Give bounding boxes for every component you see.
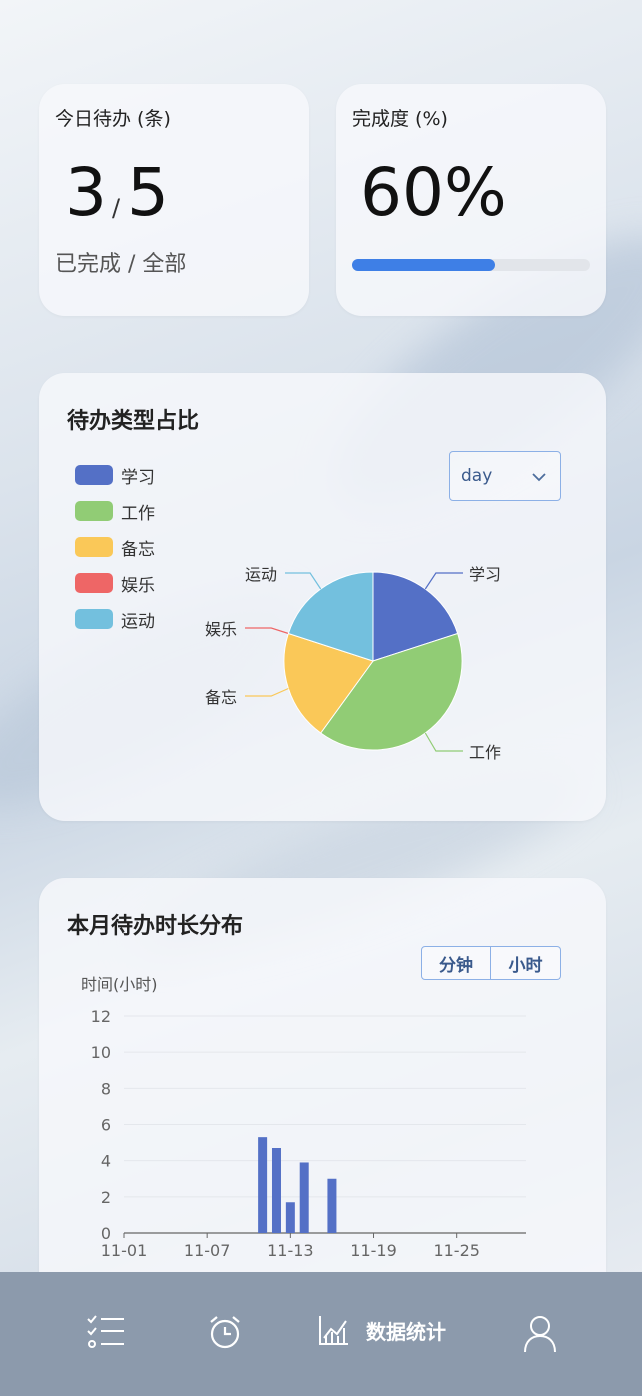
done-count: 3 — [65, 154, 107, 231]
y-tick-label: 6 — [101, 1116, 111, 1135]
user-icon — [524, 1316, 556, 1353]
y-tick-label: 4 — [101, 1152, 111, 1171]
pie-label-line — [245, 687, 289, 697]
tab-todo-list[interactable] — [86, 1314, 126, 1350]
bar — [299, 1162, 309, 1233]
today-todo-sublabel: 已完成 / 全部 — [55, 252, 187, 277]
x-tick-label: 11-19 — [350, 1241, 397, 1260]
todo-type-card: 待办类型占比 学习 工作 备忘 娱乐 运动 day 学习 工作 备忘 娱乐 运动 — [39, 373, 606, 821]
chart-icon — [319, 1316, 348, 1345]
bottom-tab-bar: 数据统计 — [0, 1272, 642, 1396]
completion-card: 完成度 (%) 60% — [336, 84, 606, 316]
y-tick-label: 10 — [91, 1043, 111, 1062]
count-separator: / — [112, 194, 121, 222]
duration-bar-chart: 时间(小时)02468101211-01 11-07 11-13 11-19 11-25 — [81, 975, 526, 1260]
y-tick-label: 12 — [91, 1007, 111, 1026]
completion-progress-bar — [352, 259, 590, 271]
bar — [258, 1137, 268, 1233]
x-tick-label: 11-13 — [267, 1241, 314, 1260]
type-pie-chart: 学习工作 备忘 娱乐 运动 — [205, 565, 501, 762]
pie-label: 运动 — [245, 565, 277, 584]
bar — [271, 1148, 281, 1233]
pie-label-line — [424, 572, 463, 590]
tab-stats-label: 数据统计 — [366, 1319, 446, 1344]
pie-label-line — [245, 627, 289, 635]
pie-label: 学习 — [469, 565, 501, 584]
pie-label-line — [424, 732, 463, 752]
x-tick-label: 11-25 — [433, 1241, 480, 1260]
duration-card: 本月待办时长分布 分钟 小时 时间(小时) 0 2 4 6 8 10 12 11-01 11-07… — [39, 878, 606, 1298]
tab-alarm[interactable] — [207, 1314, 243, 1350]
x-tick-label: 11-01 — [101, 1241, 148, 1260]
pie-label-line — [285, 572, 322, 590]
y-tick-label: 8 — [101, 1079, 111, 1098]
total-count: 5 — [127, 154, 169, 231]
bar — [327, 1178, 337, 1233]
tab-stats[interactable]: 数据统计 — [318, 1314, 446, 1346]
bar — [285, 1202, 295, 1233]
pie-label: 备忘 — [205, 688, 237, 707]
today-todo-title: 今日待办 (条) — [55, 108, 171, 130]
checklist-icon — [87, 1315, 124, 1348]
x-tick-label: 11-07 — [184, 1241, 231, 1260]
completion-progress-fill — [352, 259, 495, 271]
y-tick-label: 2 — [101, 1188, 111, 1207]
today-todo-card: 今日待办 (条) 3 / 5 已完成 / 全部 — [39, 84, 309, 316]
pie-label: 工作 — [469, 743, 501, 762]
completion-title: 完成度 (%) — [352, 108, 448, 130]
pie-label: 娱乐 — [205, 620, 237, 639]
y-axis-label: 时间(小时) — [81, 975, 158, 994]
alarm-clock-icon — [210, 1316, 240, 1349]
tab-profile[interactable] — [522, 1314, 558, 1354]
completion-value: 60% — [360, 154, 507, 231]
